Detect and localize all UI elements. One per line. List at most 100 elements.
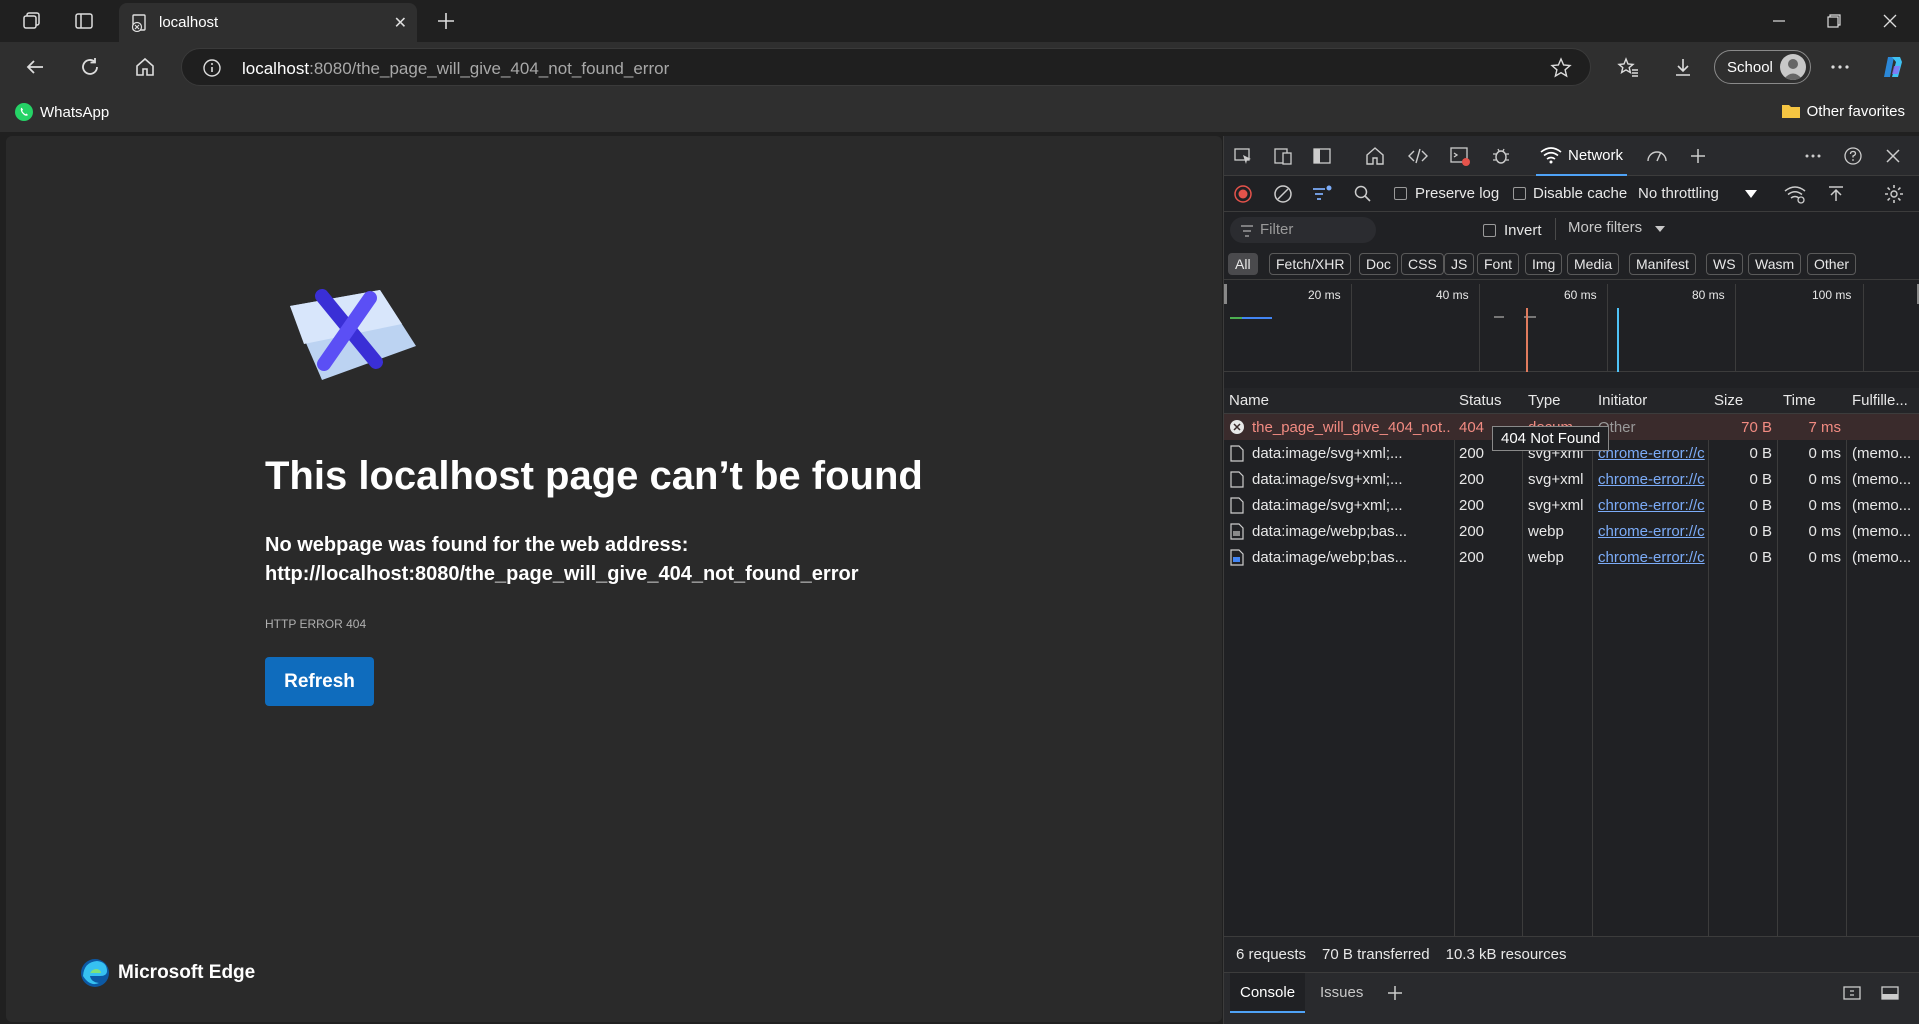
drawer-add-tab-icon[interactable] [1386,984,1404,1002]
customize-more-icon[interactable] [1802,145,1824,167]
tab-actions-icon[interactable] [72,9,96,33]
network-summary-bar: 6 requests 70 B transferred 10.3 kB reso… [1224,936,1919,972]
search-icon[interactable] [1352,183,1374,205]
type-filter-css[interactable]: CSS [1401,253,1444,275]
error-url: http://localhost:8080/the_page_will_give… [265,563,859,585]
elements-code-icon[interactable] [1407,145,1429,167]
drawer-dock-icon[interactable] [1842,984,1862,1002]
device-emulation-icon[interactable] [1272,145,1294,167]
import-har-icon[interactable] [1825,183,1847,205]
settings-more-icon[interactable] [1827,54,1853,80]
table-row[interactable]: data:image/webp;bas... 200 webp chrome-e… [1224,518,1919,544]
request-initiator-link[interactable]: chrome-error://c [1598,549,1706,566]
drawer-tab-console[interactable]: Console [1230,973,1306,1013]
network-settings-icon[interactable] [1883,183,1905,205]
wifi-icon [1540,146,1562,164]
favorite-star-icon[interactable] [1550,57,1572,79]
url-text[interactable]: localhost:8080/the_page_will_give_404_no… [242,59,669,79]
debugger-bug-icon[interactable] [1490,145,1512,167]
type-filter-js[interactable]: JS [1444,253,1475,275]
inspect-element-icon[interactable] [1232,145,1254,167]
downloads-icon[interactable] [1670,54,1696,80]
column-header-fulfilled[interactable]: Fulfille... [1852,392,1908,409]
profile-button[interactable]: School [1714,50,1811,84]
address-bar[interactable]: localhost:8080/the_page_will_give_404_no… [181,48,1591,86]
help-icon[interactable] [1842,145,1864,167]
type-filter-doc[interactable]: Doc [1359,253,1398,275]
favorites-icon[interactable] [1615,54,1641,80]
back-icon[interactable] [22,54,48,80]
invert-checkbox[interactable] [1483,224,1496,237]
request-name: data:image/svg+xml;... [1252,445,1403,462]
disable-cache-checkbox[interactable] [1513,187,1526,200]
close-devtools-icon[interactable] [1882,145,1904,167]
timeline-left-handle[interactable] [1224,284,1227,304]
column-header-time[interactable]: Time [1783,392,1816,409]
type-filter-img[interactable]: Img [1525,253,1563,275]
request-initiator-link[interactable]: chrome-error://c [1598,523,1706,540]
column-header-status[interactable]: Status [1459,392,1502,409]
request-initiator-link[interactable]: chrome-error://c [1598,497,1706,514]
request-status: 200 [1459,523,1485,540]
workspaces-icon[interactable] [20,9,44,33]
column-header-initiator[interactable]: Initiator [1598,392,1647,409]
new-tab-icon[interactable] [434,9,458,33]
more-filters-dropdown[interactable]: More filters [1568,219,1642,236]
timeline-label: 80 ms [1692,288,1725,302]
column-header-size[interactable]: Size [1714,392,1743,409]
reload-icon[interactable] [77,54,103,80]
home-icon[interactable] [132,54,158,80]
table-row[interactable]: data:image/svg+xml;... 200 svg+xml chrom… [1224,466,1919,492]
network-timeline-overview[interactable]: 20 ms 40 ms 60 ms 80 ms 100 ms [1224,284,1919,372]
performance-icon[interactable] [1646,145,1668,167]
network-conditions-icon[interactable] [1784,183,1806,205]
more-filters-caret-icon[interactable] [1654,224,1666,234]
close-window-icon[interactable] [1862,0,1918,42]
favorite-whatsapp[interactable]: WhatsApp [14,102,109,122]
drawer-toggle-icon[interactable] [1880,984,1900,1002]
request-initiator-link[interactable]: chrome-error://c [1598,445,1706,462]
console-icon[interactable] [1449,145,1471,167]
minimize-icon[interactable] [1751,0,1807,42]
tab-network[interactable]: Network [1536,136,1628,176]
tab-localhost[interactable]: localhost ✕ [119,3,417,42]
table-row[interactable]: data:image/webp;bas... 200 webp chrome-e… [1224,544,1919,570]
profile-label: School [1727,59,1773,76]
filter-toggle-icon[interactable] [1311,183,1333,205]
type-filter-other[interactable]: Other [1807,253,1857,275]
dock-side-icon[interactable] [1311,145,1333,167]
copilot-icon[interactable] [1880,54,1906,80]
timeline-gridline [1735,284,1736,372]
table-row[interactable]: data:image/svg+xml;... 200 svg+xml chrom… [1224,492,1919,518]
column-header-type[interactable]: Type [1528,392,1561,409]
type-filter-font[interactable]: Font [1477,253,1520,275]
refresh-button[interactable]: Refresh [265,657,374,706]
type-filter-all[interactable]: All [1228,253,1258,275]
site-info-icon[interactable] [202,58,222,78]
request-name: data:image/webp;bas... [1252,549,1408,566]
more-tools-plus-icon[interactable] [1687,145,1709,167]
request-name: the_page_will_give_404_not... [1252,419,1450,436]
welcome-home-icon[interactable] [1364,145,1386,167]
request-initiator-link[interactable]: chrome-error://c [1598,471,1706,488]
request-status: 404 [1459,419,1485,436]
timeline-bar [1230,317,1242,319]
other-favorites[interactable]: Other favorites [1781,102,1905,120]
type-filter-wasm[interactable]: Wasm [1748,253,1802,275]
record-icon[interactable] [1232,183,1254,205]
drawer-tab-issues[interactable]: Issues [1310,973,1373,1013]
preserve-log-checkbox[interactable] [1394,187,1407,200]
type-filter-manifest[interactable]: Manifest [1629,253,1696,275]
type-filter-fetch-xhr[interactable]: Fetch/XHR [1269,253,1352,275]
favorites-bar: WhatsApp Other favorites [0,92,1919,132]
column-header-name[interactable]: Name [1229,392,1269,409]
throttling-select[interactable]: No throttling [1638,185,1719,202]
file-icon [1230,445,1244,462]
type-filter-media[interactable]: Media [1567,253,1620,275]
restore-icon[interactable] [1806,0,1862,42]
type-filter-ws[interactable]: WS [1706,253,1743,275]
tab-close-icon[interactable]: ✕ [394,13,407,33]
page-content: This localhost page can’t be found No we… [6,136,1222,1022]
clear-icon[interactable] [1272,183,1294,205]
caret-down-icon[interactable] [1743,187,1759,201]
